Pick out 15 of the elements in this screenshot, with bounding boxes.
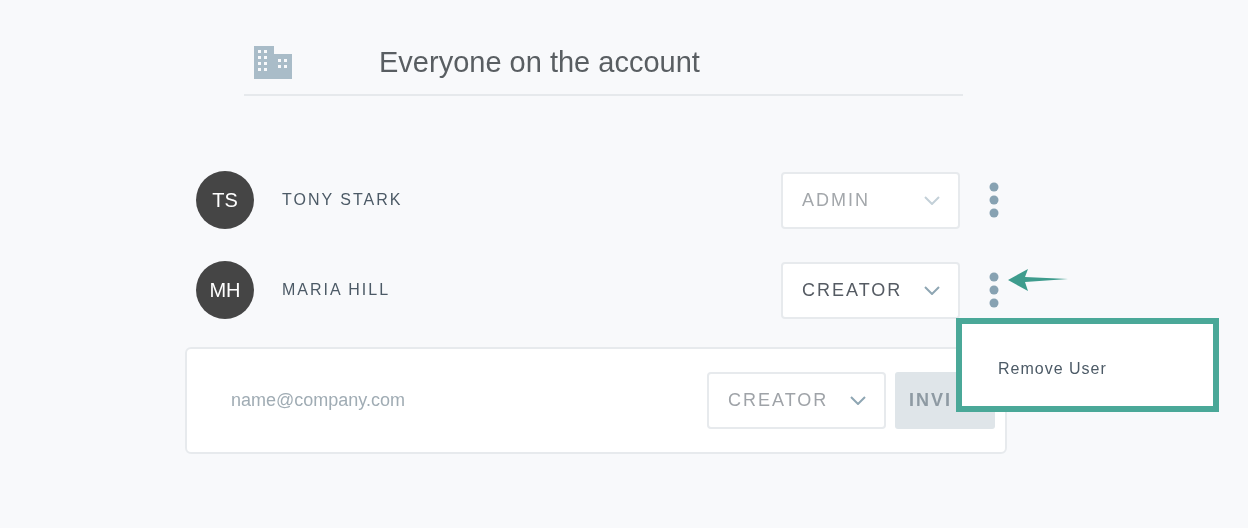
more-icon[interactable]: [989, 182, 999, 218]
chevron-icon: [924, 285, 940, 295]
email-field[interactable]: name@company.com: [229, 389, 707, 412]
role-dropdown[interactable]: CREATOR: [781, 261, 960, 319]
avatar: TS: [196, 171, 254, 229]
menu-item[interactable]: Remove User: [998, 360, 1107, 378]
user-name: MARIA HILL: [282, 281, 392, 299]
more-icon[interactable]: [989, 272, 999, 308]
page-title: Everyone on the account: [379, 45, 700, 79]
chevron-icon: [924, 195, 940, 205]
avatar: MH: [196, 261, 254, 319]
chevron-icon: [850, 396, 866, 405]
role-dropdown[interactable]: CREATOR: [707, 372, 886, 429]
user-name: TONY STARK: [282, 191, 404, 209]
building-icon: [254, 45, 292, 79]
